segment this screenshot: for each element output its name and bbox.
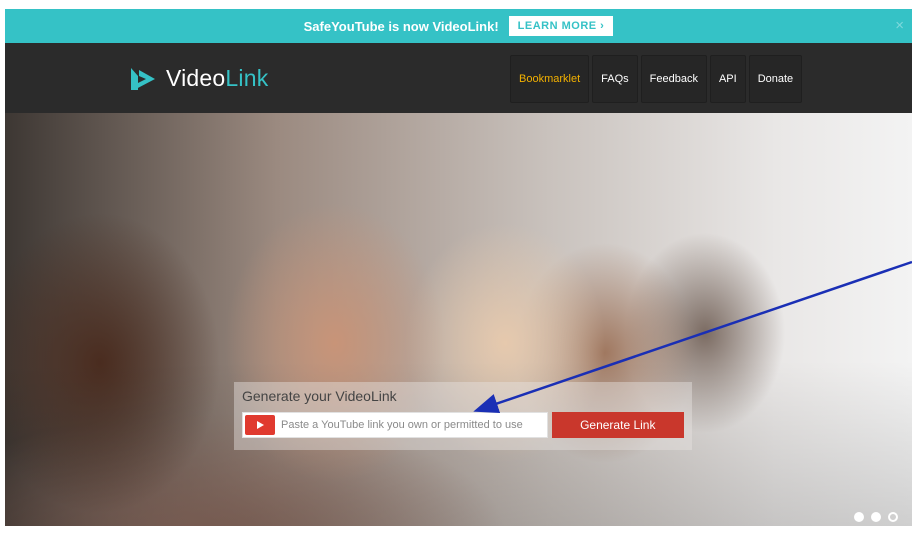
announcement-text: SafeYouTube is now VideoLink! (303, 18, 499, 34)
nav-faqs[interactable]: FAQs (592, 55, 638, 103)
carousel-dots (854, 512, 898, 522)
hero-shade (5, 113, 912, 526)
logo-text: VideoLink (166, 65, 269, 91)
nav-donate[interactable]: Donate (748, 55, 803, 103)
youtube-input-wrapper[interactable] (242, 412, 548, 438)
learn-more-button[interactable]: LEARN MORE › (508, 16, 614, 36)
generator-title: Generate your VideoLink (242, 388, 397, 404)
hero-image (5, 113, 912, 526)
close-icon[interactable]: × (895, 17, 904, 34)
generator-panel: Generate your VideoLink Generate Link (234, 382, 692, 450)
carousel-dot-3[interactable] (888, 512, 898, 522)
generator-row: Generate Link (242, 412, 684, 438)
videolink-logo[interactable]: VideoLink (128, 65, 268, 92)
nav-api[interactable]: API (709, 55, 746, 103)
generate-link-button[interactable]: Generate Link (551, 412, 684, 438)
navbar: VideoLink Bookmarklet FAQs Feedback API … (5, 43, 912, 113)
youtube-link-input[interactable] (279, 418, 543, 432)
main-nav: Bookmarklet FAQs Feedback API Donate (510, 55, 803, 103)
carousel-dot-2[interactable] (871, 512, 881, 522)
carousel-dot-1[interactable] (854, 512, 864, 522)
nav-bookmarklet[interactable]: Bookmarklet (510, 55, 590, 103)
announcement-bar: SafeYouTube is now VideoLink! LEARN MORE… (5, 9, 912, 43)
play-logo-icon (131, 67, 155, 90)
youtube-play-icon (245, 415, 275, 435)
nav-feedback[interactable]: Feedback (640, 55, 707, 103)
